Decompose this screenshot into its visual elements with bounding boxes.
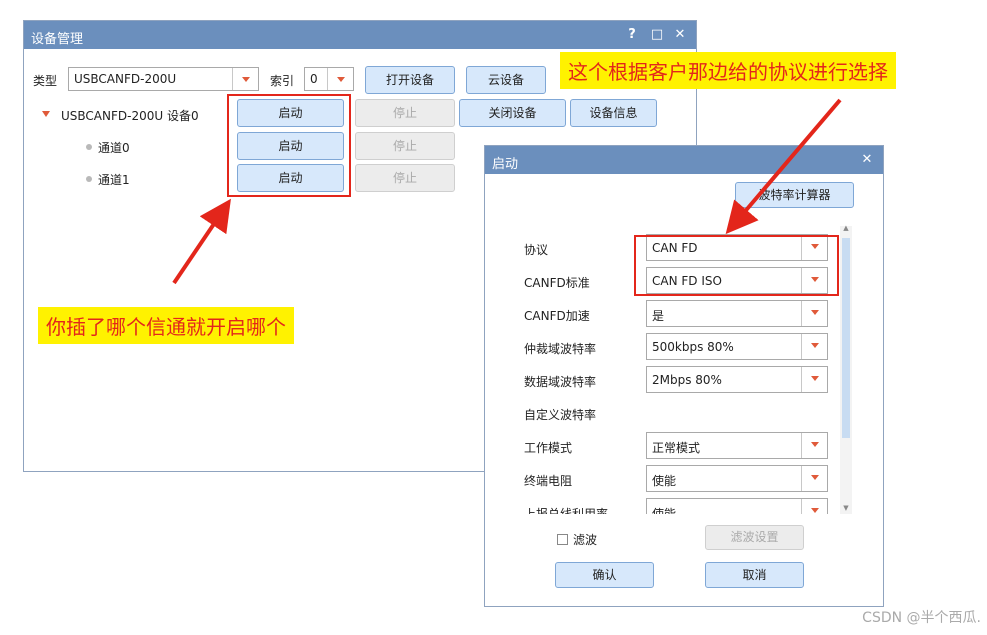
annotation-arrows (172, 98, 842, 285)
protocol-arrow (725, 98, 842, 235)
channel-arrow (172, 198, 231, 285)
watermark: CSDN @半个西瓜. (862, 610, 981, 626)
